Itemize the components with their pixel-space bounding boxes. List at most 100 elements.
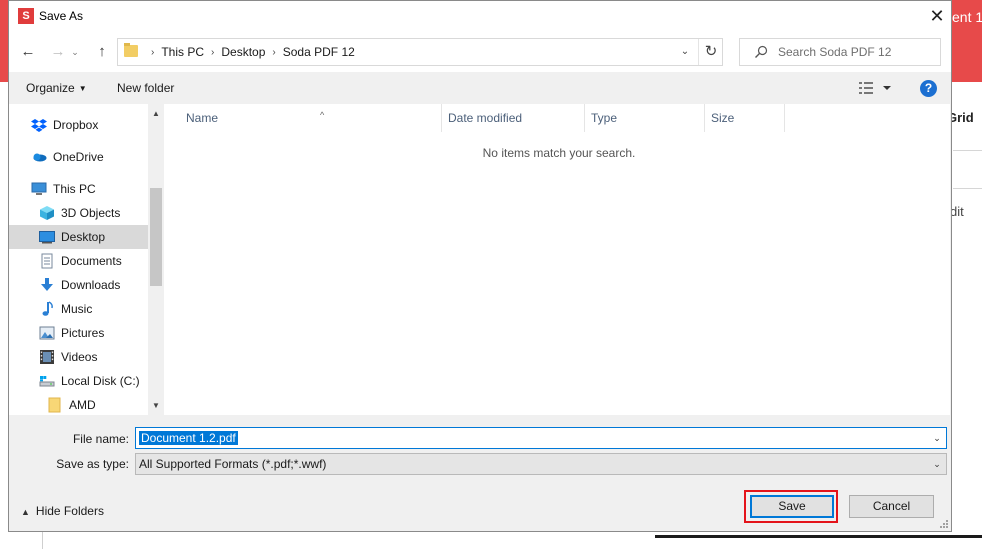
address-dropdown-chevron-icon[interactable]: ⌄ xyxy=(674,39,696,65)
breadcrumb-separator: › xyxy=(272,46,276,58)
sidebar-item-pictures[interactable]: Pictures xyxy=(9,321,148,345)
folder-icon xyxy=(48,397,61,413)
save-as-type-label: Save as type: xyxy=(56,457,129,471)
column-header-size[interactable]: Size xyxy=(705,104,785,132)
background-edit-fragment: dit xyxy=(950,204,964,219)
column-header-label: Name xyxy=(186,111,219,125)
sidebar-item-label: Dropbox xyxy=(53,118,99,132)
close-button[interactable]: ✕ xyxy=(923,3,951,29)
sidebar-item-this-pc[interactable]: This PC xyxy=(9,177,148,201)
sidebar-item-videos[interactable]: Videos xyxy=(9,345,148,369)
breadcrumb: › This PC › Desktop › Soda PDF 12 xyxy=(144,39,355,65)
sidebar-item-documents[interactable]: Documents xyxy=(9,249,148,273)
resize-grip-icon[interactable] xyxy=(939,519,949,529)
3d-objects-icon xyxy=(40,206,54,220)
sidebar-item-desktop[interactable]: Desktop xyxy=(9,225,148,249)
forward-arrow-icon[interactable]: → xyxy=(47,41,69,63)
save-button[interactable]: Save xyxy=(750,495,834,518)
column-header-name[interactable]: ^ Name xyxy=(180,104,442,132)
file-list[interactable]: ^ Name Date modified Type Size No items … xyxy=(164,104,950,415)
sidebar-item-label: Downloads xyxy=(61,278,121,292)
sidebar-item-label: Pictures xyxy=(61,326,105,340)
file-name-value[interactable]: Document 1.2.pdf xyxy=(139,431,238,445)
documents-icon xyxy=(41,253,53,269)
organize-label: Organize xyxy=(26,81,75,95)
scrollbar-thumb[interactable] xyxy=(150,188,162,286)
save-as-type-select[interactable]: All Supported Formats (*.pdf;*.wwf) ⌄ xyxy=(135,453,947,475)
sidebar-item-label: Music xyxy=(61,302,93,316)
sidebar-item-label: 3D Objects xyxy=(61,206,121,220)
sidebar-item-3d-objects[interactable]: 3D Objects xyxy=(9,201,148,225)
address-bar[interactable]: › This PC › Desktop › Soda PDF 12 ⌄ ↻ xyxy=(117,38,723,66)
soda-pdf-app-icon: S xyxy=(18,8,34,24)
file-name-dropdown-chevron-icon[interactable]: ⌄ xyxy=(930,428,944,448)
scroll-down-arrow-icon[interactable]: ▼ xyxy=(148,398,164,414)
new-folder-button[interactable]: New folder xyxy=(117,81,174,95)
navigation-bar: ← → ⌄ ↑ › This PC › Desktop › Soda PDF 1… xyxy=(9,32,951,72)
dialog-titlebar[interactable]: S Save As ✕ xyxy=(9,1,951,32)
search-input[interactable] xyxy=(778,39,938,65)
cancel-button[interactable]: Cancel xyxy=(849,495,934,518)
column-header-date-modified[interactable]: Date modified xyxy=(442,104,585,132)
onedrive-icon xyxy=(33,153,47,162)
breadcrumb-separator: › xyxy=(151,46,155,58)
navigation-pane: Dropbox OneDrive This PC 3D Objects Desk… xyxy=(9,104,164,415)
sidebar-item-onedrive[interactable]: OneDrive xyxy=(9,145,148,169)
save-as-type-chevron-icon: ⌄ xyxy=(933,459,941,469)
folder-icon xyxy=(124,43,138,57)
background-title-fragment: ent 1 xyxy=(952,9,982,25)
sidebar-item-label: Desktop xyxy=(61,230,106,244)
local-disk-icon xyxy=(39,376,55,387)
sidebar-item-label: Documents xyxy=(61,254,122,268)
navigation-pane-scrollbar[interactable]: ▲ ▼ xyxy=(148,104,164,415)
breadcrumb-separator: › xyxy=(211,46,215,58)
dialog-title: Save As xyxy=(39,9,84,23)
this-pc-icon xyxy=(31,182,47,195)
view-options-icon[interactable] xyxy=(857,80,897,96)
hide-folders-label: Hide Folders xyxy=(35,504,104,518)
sidebar-item-downloads[interactable]: Downloads xyxy=(9,273,148,297)
sidebar-item-dropbox[interactable]: Dropbox xyxy=(9,113,148,137)
back-arrow-icon[interactable]: ← xyxy=(17,41,39,63)
save-as-type-value: All Supported Formats (*.pdf;*.wwf) xyxy=(139,457,327,471)
breadcrumb-soda-pdf-12[interactable]: Soda PDF 12 xyxy=(283,45,355,59)
sidebar-item-local-disk[interactable]: Local Disk (C:) xyxy=(9,369,148,393)
background-divider xyxy=(953,150,982,151)
dropbox-icon xyxy=(31,119,47,132)
recent-locations-chevron-icon[interactable]: ⌄ xyxy=(69,41,81,63)
scroll-up-arrow-icon[interactable]: ▲ xyxy=(148,106,164,122)
help-icon[interactable]: ? xyxy=(920,80,937,97)
file-name-field[interactable]: Document 1.2.pdf ⌄ xyxy=(135,427,947,449)
up-arrow-icon[interactable]: ↑ xyxy=(91,41,113,63)
file-name-label: File name: xyxy=(72,432,129,446)
save-as-dialog: S Save As ✕ ← → ⌄ ↑ › This PC › Desktop … xyxy=(8,0,952,532)
command-toolbar: Organize ▼ New folder ? xyxy=(9,72,951,104)
sidebar-item-label: OneDrive xyxy=(53,150,104,164)
sidebar-item-music[interactable]: Music xyxy=(9,297,148,321)
breadcrumb-desktop[interactable]: Desktop xyxy=(221,45,265,59)
music-icon xyxy=(42,301,53,316)
background-divider xyxy=(953,188,982,189)
caret-up-icon: ▲ xyxy=(21,507,30,517)
sidebar-item-label: Videos xyxy=(61,350,98,364)
background-bar xyxy=(655,535,982,538)
column-header-type[interactable]: Type xyxy=(585,104,705,132)
empty-list-message: No items match your search. xyxy=(482,146,636,160)
hide-folders-button[interactable]: ▲ Hide Folders xyxy=(21,504,104,518)
refresh-icon[interactable]: ↻ xyxy=(698,39,723,65)
pictures-icon xyxy=(39,326,55,340)
background-divider xyxy=(42,532,43,549)
sort-ascending-icon: ^ xyxy=(320,110,325,120)
sidebar-item-amd[interactable]: AMD xyxy=(9,393,148,417)
sidebar-item-label: AMD xyxy=(69,398,96,412)
videos-icon xyxy=(40,350,54,364)
sidebar-item-label: Local Disk (C:) xyxy=(61,374,140,388)
downloads-icon xyxy=(41,278,53,291)
desktop-icon xyxy=(39,231,55,244)
organize-button[interactable]: Organize ▼ xyxy=(26,81,87,95)
sidebar-item-label: This PC xyxy=(53,182,96,196)
breadcrumb-this-pc[interactable]: This PC xyxy=(161,45,204,59)
search-icon xyxy=(755,45,768,58)
search-box[interactable] xyxy=(739,38,941,66)
caret-down-icon: ▼ xyxy=(78,84,87,93)
